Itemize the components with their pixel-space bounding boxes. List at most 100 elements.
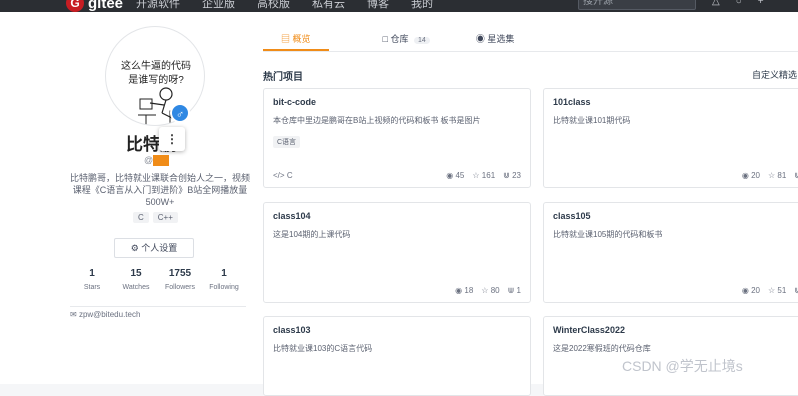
project-card[interactable]: class104 这是104期的上课代码 ◉ 18 ☆ 80 ⋓ 1 <box>263 202 531 303</box>
stat-followers-label: Followers <box>165 284 195 291</box>
avatar[interactable]: 这么牛逼的代码 是谁写的呀? <box>105 26 205 126</box>
project-card-forks: ⋓ 23 <box>503 171 521 180</box>
top-icons: △ ○ + <box>712 0 764 7</box>
eye-icon: ◉ <box>446 171 454 180</box>
eye-icon: ◉ <box>741 286 749 295</box>
nav-open-source[interactable]: 开源软件 <box>136 0 180 11</box>
project-card-watchers: ◉ 20 <box>742 286 760 295</box>
project-card-star-count: 80 <box>490 286 500 295</box>
personal-settings-button[interactable]: ⚙ 个人设置 <box>114 238 194 258</box>
star-icon: ☆ <box>481 286 489 295</box>
project-card-meta: ◉ 45 ☆ 161 ⋓ 23 <box>446 171 521 180</box>
project-card-watch-count: 45 <box>455 171 465 180</box>
project-card-forks: ⋓ <box>794 171 798 180</box>
project-card-meta: ◉ 20 ☆ 81 ⋓ <box>742 171 798 180</box>
stat-following-count: 1 <box>221 268 227 279</box>
project-card[interactable]: class105 比特就业课105期的代码和板书 ◉ 20 ☆ 51 ⋓ <box>543 202 798 303</box>
nav-private-cloud[interactable]: 私有云 <box>312 0 345 11</box>
project-card-desc: 比特就业课101期代码 <box>553 116 631 125</box>
csdn-watermark: CSDN @学无止境s <box>622 358 743 374</box>
tab-star-collections-label: 星选集 <box>487 34 515 44</box>
nav-mine[interactable]: 我的 <box>411 0 433 11</box>
project-card-star-count: 81 <box>777 171 787 180</box>
gitee-logo-text: gitee <box>88 0 124 12</box>
fork-icon: ⋓ <box>507 286 515 295</box>
star-icon: ☆ <box>767 171 776 180</box>
project-card-watch-count: 18 <box>464 286 474 295</box>
project-card-watchers: ◉ 18 <box>455 286 473 295</box>
personal-settings-label: 个人设置 <box>141 243 178 253</box>
profile-page: 这么牛逼的代码 是谁写的呀? ♂ 比特鹏 ⋮ @ 比特鹏哥，比特就业课联合创始人… <box>0 12 798 396</box>
sidebar-divider <box>70 306 246 307</box>
project-card-footer: ◉ 18 ☆ 80 ⋓ 1 <box>273 286 521 295</box>
project-card-watchers: ◉ 20 <box>742 171 760 180</box>
project-card-watch-count: 20 <box>751 286 760 295</box>
handle-at: @ <box>144 155 154 165</box>
gitee-logo[interactable]: G gitee <box>66 0 123 12</box>
project-card[interactable]: bit-c-code 本仓库中里边是鹏哥在B站上视频的代码和板书 板书是图片 C… <box>263 88 531 188</box>
profile-stats: 1 Stars 15 Watches 1755 Followers 1 Foll… <box>70 268 246 291</box>
overview-icon: ▤ <box>281 34 291 44</box>
project-card-title[interactable]: WinterClass2022 <box>553 325 798 335</box>
tab-repositories[interactable]: □ 仓库 14 <box>383 28 430 51</box>
project-card-stars: ☆ 51 <box>768 286 786 295</box>
tab-overview[interactable]: ▤ 概览 <box>263 28 329 51</box>
language-tags: C C++ <box>133 212 178 223</box>
stat-watches-count: 15 <box>130 268 142 279</box>
nav-education[interactable]: 高校版 <box>257 0 290 11</box>
project-card-watchers: ◉ 45 <box>446 171 464 180</box>
stat-stars-label: Stars <box>83 284 101 291</box>
search-input[interactable]: 搜开源 <box>578 0 696 10</box>
collection-icon: ◉ <box>475 34 485 44</box>
project-card-forks: ⋓ <box>794 286 798 295</box>
mail-icon: ✉ <box>70 310 77 319</box>
project-card-title[interactable]: class103 <box>273 325 521 335</box>
avatar-caption-line2: 是谁写的呀? <box>128 75 184 86</box>
fork-icon: ⋓ <box>794 171 798 180</box>
profile-tabs: ▤ 概览 □ 仓库 14 ◉ 星选集 <box>263 28 798 52</box>
lang-tag-cpp: C++ <box>152 212 178 223</box>
bell-icon[interactable]: △ <box>712 0 720 7</box>
project-card-title[interactable]: 101class <box>553 97 798 107</box>
compass-icon[interactable]: ○ <box>736 0 742 7</box>
stat-watches-label: Watches <box>122 284 150 291</box>
repo-count-badge: 14 <box>414 37 430 44</box>
tab-star-collections[interactable]: ◉ 星选集 <box>476 28 515 51</box>
project-card-title[interactable]: bit-c-code <box>273 97 521 107</box>
project-card-star-count: 51 <box>777 286 787 295</box>
project-card-fork-count: 23 <box>512 171 521 180</box>
project-card-title[interactable]: class105 <box>553 211 798 221</box>
stat-watches[interactable]: 15 Watches <box>114 268 158 291</box>
eye-icon: ◉ <box>741 171 749 180</box>
gitee-logo-icon: G <box>66 0 84 12</box>
project-card[interactable]: class103 比特就业课103的C语言代码 <box>263 316 531 396</box>
handle-highlight <box>153 155 170 167</box>
project-card-footer: </> C ◉ 45 ☆ 161 ⋓ 23 <box>273 171 521 180</box>
profile-email[interactable]: ✉ zpw@bitedu.tech <box>70 310 140 319</box>
code-icon: </> <box>273 171 285 180</box>
main-nav: 开源软件 企业版 高校版 私有云 博客 我的 <box>136 0 433 11</box>
project-card-desc: 比特就业课105期的代码和板书 <box>553 230 663 239</box>
profile-sidebar: 这么牛逼的代码 是谁写的呀? ♂ 比特鹏 ⋮ @ 比特鹏哥，比特就业课联合创始人… <box>0 12 250 384</box>
project-card-tag[interactable]: C语言 <box>273 136 301 148</box>
project-card-stars: ☆ 81 <box>768 171 786 180</box>
profile-bio: 比特鹏哥，比特就业课联合创始人之一，视频课程《C语言从入门到进阶》B站全网播放量… <box>70 173 251 207</box>
plus-icon[interactable]: + <box>758 0 764 7</box>
customize-pinned-link[interactable]: 自定义精选 <box>752 68 797 81</box>
more-menu-button[interactable]: ⋮ <box>159 127 185 151</box>
project-card-language: </> C <box>273 171 293 180</box>
star-icon: ☆ <box>767 286 776 295</box>
project-card[interactable]: 101class 比特就业课101期代码 ◉ 20 ☆ 81 ⋓ <box>543 88 798 188</box>
stat-stars-count: 1 <box>89 268 95 279</box>
stat-following[interactable]: 1 Following <box>202 268 246 291</box>
star-icon: ☆ <box>472 171 480 180</box>
project-card-stars: ☆ 80 <box>481 286 499 295</box>
stat-followers[interactable]: 1755 Followers <box>158 268 202 291</box>
project-card-desc: 比特就业课103的C语言代码 <box>273 344 373 353</box>
stat-stars[interactable]: 1 Stars <box>70 268 114 291</box>
nav-blog[interactable]: 博客 <box>367 0 389 11</box>
project-card-title[interactable]: class104 <box>273 211 521 221</box>
project-card-desc: 本仓库中里边是鹏哥在B站上视频的代码和板书 板书是图片 <box>273 116 481 125</box>
project-card-forks: ⋓ 1 <box>508 286 521 295</box>
nav-enterprise[interactable]: 企业版 <box>202 0 235 11</box>
